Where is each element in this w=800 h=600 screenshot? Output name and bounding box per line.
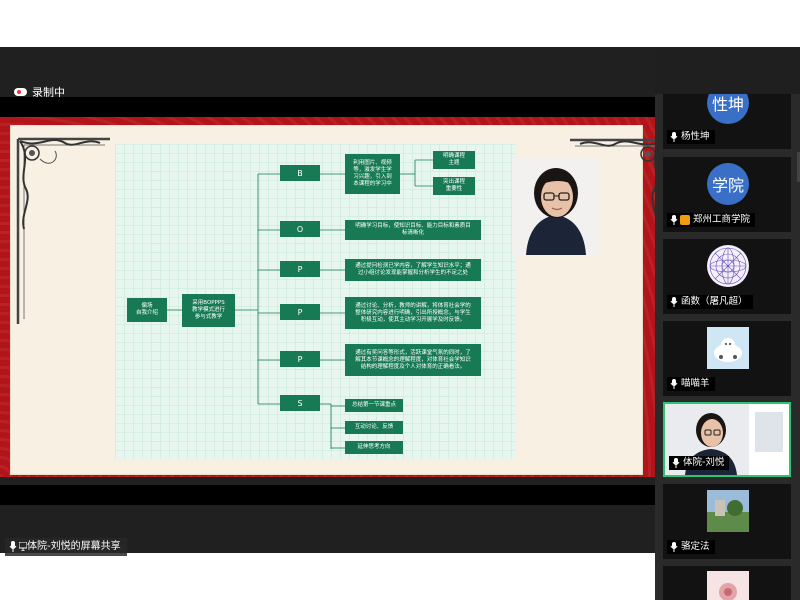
branch-letter: S: [297, 398, 303, 408]
participant-name-tag: 郑州工商学院: [667, 213, 756, 227]
participant-name-tag: 骆定法: [667, 540, 715, 554]
mic-icon: [670, 132, 678, 142]
flower-avatar-icon: [707, 571, 749, 600]
sheep-avatar-icon: [707, 327, 749, 369]
screen-share-icon: [19, 542, 27, 551]
branch-p2-detail: 通过讨论、分析，教师的讲解，将体育社会学的 整体研究内容进行明确，引出所授概念，…: [345, 297, 481, 329]
mic-icon: [670, 379, 678, 389]
participant-tile-3[interactable]: 函数（屠凡超）: [663, 239, 791, 314]
avatar-text: 性坤: [711, 95, 744, 114]
branch-letter: O: [296, 224, 304, 234]
participant-name-tag: 函数（屠凡超）: [667, 295, 753, 309]
branch-p1-detail: 通过提问检测已学内容，了解学生知识水平；通 过小组讨论发现能掌握和分析学生的不足…: [345, 259, 481, 281]
screen-share-area[interactable]: 录制中 偏场 自我介绍 采用BOPPPS 教学模式进行 参与式教学 B O P …: [0, 47, 655, 553]
participant-name: 杨性坤: [681, 131, 710, 142]
mandala-avatar-icon: [709, 247, 747, 285]
leaf-text: 互动讨论、反馈: [354, 424, 394, 430]
shared-slide: 偏场 自我介绍 采用BOPPPS 教学模式进行 参与式教学 B O P P P …: [0, 117, 655, 477]
participant-tile-5-active-speaker[interactable]: 体院-刘悦: [663, 402, 791, 477]
branch-o-detail: 明确学习目标，使知识目标、能力目标和素质目 标清晰化: [345, 220, 481, 240]
leaf-text: 总结第一节课重点: [351, 402, 396, 408]
meeting-app: 录制中 偏场 自我介绍 采用BOPPPS 教学模式进行 参与式教学 B O P …: [0, 0, 800, 600]
detail-text: 通过有奖问答等形式，活跃课堂气氛的同时，了 解其本节课概念的理解程度，对体育社会…: [355, 349, 471, 370]
mindmap-root-node: 偏场 自我介绍: [127, 298, 167, 322]
branch-letter: P: [297, 307, 303, 317]
branch-s-node: S: [280, 395, 320, 411]
participant-name-tag: 喵喵羊: [667, 377, 715, 391]
avatar: [707, 327, 749, 369]
branch-p2-node: P: [280, 304, 320, 320]
participant-name-tag: 杨性坤: [667, 130, 715, 144]
recording-icon: [14, 87, 27, 97]
presenter-video-overlay: [512, 157, 600, 255]
bottom-letterbox: [0, 485, 655, 505]
participant-tile-6[interactable]: 骆定法: [663, 484, 791, 559]
boppps-mindmap: 偏场 自我介绍 采用BOPPPS 教学模式进行 参与式教学 B O P P P …: [115, 144, 515, 459]
participant-name: 郑州工商学院: [693, 214, 751, 225]
s-leaf-3: 延伸思考方向: [345, 441, 403, 454]
participants-panel[interactable]: 性坤 杨性坤 学院 郑州工商学院 函数（屠凡超） 喵喵羊 体院-刘悦 骆定法: [655, 94, 800, 600]
participant-tile-2[interactable]: 学院 郑州工商学院: [663, 157, 791, 232]
participant-name: 体院-刘悦: [683, 457, 725, 468]
branch-b-detail: 利用图片、视频 等，激发学生学 习兴趣，引入到 本课程的学习中: [345, 154, 400, 194]
leaf-text: 明确课程 主题: [442, 153, 465, 166]
branch-p3-detail: 通过有奖问答等形式，活跃课堂气氛的同时，了 解其本节课概念的理解程度，对体育社会…: [345, 344, 481, 376]
branch-p3-node: P: [280, 351, 320, 367]
mic-icon: [670, 215, 678, 225]
avatar: [707, 571, 749, 600]
branch-o-node: O: [280, 221, 320, 237]
detail-text: 明确学习目标，使知识目标、能力目标和素质目 标清晰化: [355, 223, 471, 236]
branch-letter: B: [297, 168, 303, 178]
screen-share-label: 体院-刘悦的屏幕共享: [5, 538, 127, 556]
participant-name-tag: 体院-刘悦: [669, 456, 730, 470]
participant-tile-4[interactable]: 喵喵羊: [663, 321, 791, 396]
share-label-text: 体院-刘悦的屏幕共享: [27, 541, 121, 552]
raise-hand-icon: [680, 215, 690, 225]
landscape-avatar-icon: [707, 490, 749, 532]
top-letterbox: [0, 97, 655, 117]
b-leaf-2: 突出课程 重要性: [433, 177, 475, 195]
branch-letter: P: [297, 354, 303, 364]
leaf-text: 延伸思考方向: [357, 444, 391, 450]
avatar: 学院: [707, 163, 749, 205]
s-leaf-1: 总结第一节课重点: [345, 399, 403, 412]
ornament-left-icon: [16, 137, 110, 324]
root-node-text: 偏场 自我介绍: [135, 303, 158, 316]
s-leaf-2: 互动讨论、反馈: [345, 421, 403, 434]
mic-icon: [670, 297, 678, 307]
detail-text: 通过讨论、分析，教师的讲解，将体育社会学的 整体研究内容进行明确，引出所授概念，…: [355, 302, 471, 323]
participant-tile-7[interactable]: [663, 566, 791, 600]
method-node-text: 采用BOPPPS 教学模式进行 参与式教学: [191, 300, 225, 320]
mindmap-method-node: 采用BOPPPS 教学模式进行 参与式教学: [182, 294, 235, 327]
avatar: [707, 245, 749, 287]
mic-icon: [9, 541, 17, 552]
participant-name: 函数（屠凡超）: [681, 296, 748, 307]
mic-icon: [672, 458, 680, 468]
ornate-frame-left: [10, 129, 120, 329]
meeting-window: 录制中 偏场 自我介绍 采用BOPPPS 教学模式进行 参与式教学 B O P …: [0, 47, 800, 600]
detail-text: 通过提问检测已学内容，了解学生知识水平；通 过小组讨论发现能掌握和分析学生的不足…: [355, 263, 471, 276]
branch-b-node: B: [280, 165, 320, 181]
mic-icon: [670, 542, 678, 552]
avatar: [707, 490, 749, 532]
b-leaf-1: 明确课程 主题: [433, 151, 475, 169]
participant-tile-1[interactable]: 性坤 杨性坤: [663, 94, 791, 149]
participant-name: 骆定法: [681, 541, 710, 552]
branch-letter: P: [297, 264, 303, 274]
avatar-text: 学院: [711, 176, 744, 195]
leaf-text: 突出课程 重要性: [442, 179, 465, 192]
presenter-person-icon: [512, 157, 600, 255]
participant-name: 喵喵羊: [681, 378, 710, 389]
avatar: 性坤: [707, 94, 749, 124]
branch-p1-node: P: [280, 261, 320, 277]
detail-text: 利用图片、视频 等，激发学生学 习兴趣，引入到 本课程的学习中: [353, 160, 392, 187]
